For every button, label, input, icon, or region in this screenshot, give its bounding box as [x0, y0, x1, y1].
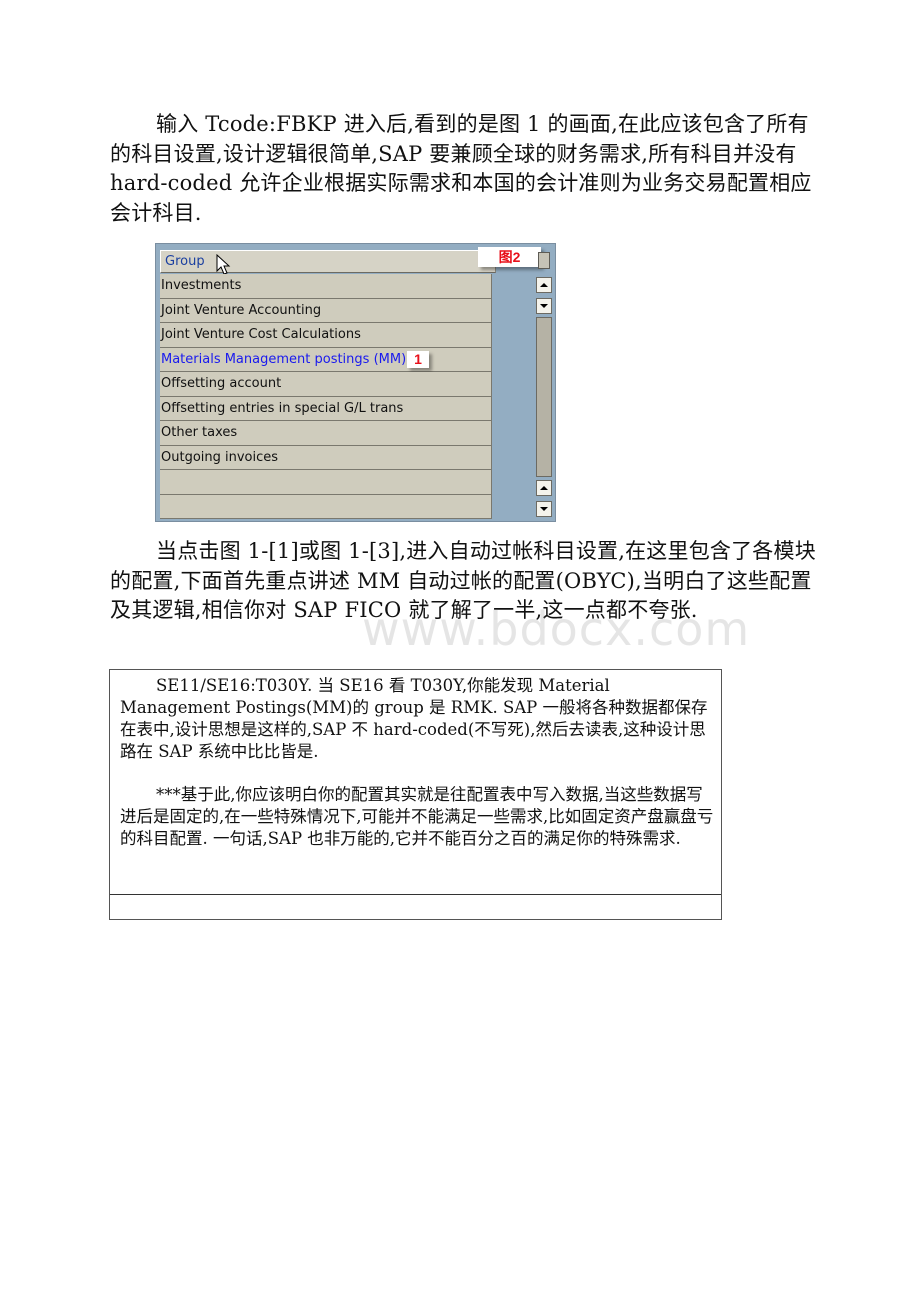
- column-config-icon[interactable]: [538, 252, 550, 269]
- arrow-up-icon: [540, 486, 548, 490]
- scrollbar-track[interactable]: [536, 317, 552, 477]
- scroll-down-button[interactable]: [536, 298, 552, 314]
- arrow-up-icon: [540, 283, 548, 287]
- group-column-header[interactable]: Group: [160, 250, 496, 273]
- list-item[interactable]: Investments: [160, 274, 492, 299]
- selection-marker-badge: 1: [407, 350, 429, 368]
- arrow-down-icon: [540, 507, 548, 511]
- watermark: www.bdocx.com: [362, 602, 751, 656]
- scroll-up-button[interactable]: [536, 277, 552, 293]
- group-list: Investments Joint Venture Accounting Joi…: [160, 274, 492, 519]
- arrow-down-icon: [540, 304, 548, 308]
- list-item[interactable]: Outgoing invoices: [160, 445, 492, 470]
- note-divider: [110, 894, 721, 895]
- list-item[interactable]: Other taxes: [160, 421, 492, 446]
- note-box: SE11/SE16:T030Y. 当 SE16 看 T030Y,你能发现 Mat…: [109, 669, 722, 920]
- list-item[interactable]: Offsetting account: [160, 372, 492, 397]
- list-item-selected[interactable]: Materials Management postings (MM) 1: [160, 347, 492, 372]
- sap-group-list-screenshot: Group 图2 Investments Joint Venture Accou…: [155, 243, 556, 522]
- list-item-empty[interactable]: [160, 470, 492, 495]
- list-item[interactable]: Offsetting entries in special G/L trans: [160, 396, 492, 421]
- scroll-up-button-bottom[interactable]: [536, 480, 552, 496]
- note-paragraph-2: ***基于此,你应该明白你的配置其实就是往配置表中写入数据,当这些数据写进后是固…: [120, 785, 714, 848]
- scroll-down-button-bottom[interactable]: [536, 501, 552, 517]
- list-item-empty[interactable]: [160, 494, 492, 519]
- list-item[interactable]: Joint Venture Cost Calculations: [160, 323, 492, 348]
- note-paragraph-1: SE11/SE16:T030Y. 当 SE16 看 T030Y,你能发现 Mat…: [120, 676, 708, 761]
- mouse-cursor-icon: [216, 254, 231, 275]
- intro-paragraph: 输入 Tcode:FBKP 进入后,看到的是图 1 的画面,在此应该包含了所有的…: [110, 112, 812, 225]
- list-item[interactable]: Joint Venture Accounting: [160, 298, 492, 323]
- group-header-label: Group: [165, 254, 205, 269]
- figure-label-badge: 图2: [478, 247, 541, 267]
